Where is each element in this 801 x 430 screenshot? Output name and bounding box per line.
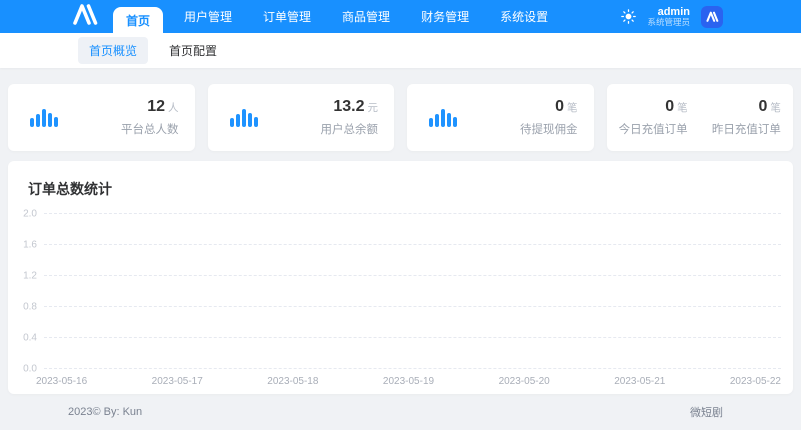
stat-block: 13.2元 用户总余额 [321,98,379,137]
stat-block-today: 0笔 今日充值订单 [619,98,688,137]
stat-value: 0笔 [520,98,578,117]
stat-unit: 人 [168,102,179,114]
bar-chart-icon [30,109,58,127]
nav-item-orders[interactable]: 订单管理 [253,0,321,33]
chart-plot-area: 2.0 1.6 1.2 0.8 0.4 0.0 [44,213,781,368]
nav-item-finance[interactable]: 财务管理 [411,0,479,33]
y-tick-label: 0.4 [23,333,37,344]
gridline: 2.0 [44,213,781,214]
sub-tabbar: 首页概览 首页配置 [0,33,801,68]
stat-label: 今日充值订单 [619,121,688,137]
y-tick-label: 0.0 [23,364,37,375]
tab-home-overview[interactable]: 首页概览 [78,37,148,64]
order-stats-chart-card: 订单总数统计 2.0 1.6 1.2 0.8 0.4 0.0 2023-05-1… [8,161,793,394]
stat-value: 0笔 [619,98,688,117]
y-tick-label: 1.6 [23,240,37,251]
stat-value: 13.2元 [321,98,379,117]
gridline: 1.6 [44,244,781,245]
nav-item-products[interactable]: 商品管理 [332,0,400,33]
gridline: 0.4 [44,337,781,338]
x-tick-label: 2023-05-21 [614,376,665,387]
y-tick-label: 0.8 [23,302,37,313]
stat-unit: 元 [368,102,379,114]
y-tick-label: 1.2 [23,271,37,282]
stat-label: 用户总余额 [321,121,379,137]
brand-logo-icon [72,3,99,30]
x-tick-label: 2023-05-16 [36,376,87,387]
avatar[interactable] [701,6,723,28]
y-tick-label: 2.0 [23,209,37,220]
stat-block-yesterday: 0笔 昨日充值订单 [712,98,781,137]
x-axis-labels: 2023-05-16 2023-05-17 2023-05-18 2023-05… [36,376,781,387]
stat-unit: 笔 [677,102,688,114]
gridline: 1.2 [44,275,781,276]
navbar-right: admin 系统管理员 [621,0,723,33]
stat-card-recharge-orders: 0笔 今日充值订单 0笔 昨日充值订单 [607,84,794,151]
x-tick-label: 2023-05-17 [152,376,203,387]
x-tick-label: 2023-05-19 [383,376,434,387]
stat-value: 0笔 [712,98,781,117]
avatar-logo-icon [706,11,719,22]
brand-logo [72,0,99,33]
x-tick-label: 2023-05-20 [499,376,550,387]
chart-title: 订单总数统计 [28,179,112,199]
stat-unit: 笔 [770,102,781,114]
stat-card-total-users: 12人 平台总人数 [8,84,195,151]
nav-item-users[interactable]: 用户管理 [174,0,242,33]
nav-item-home[interactable]: 首页 [113,7,163,33]
user-role: 系统管理员 [647,18,690,27]
main-nav: 首页 用户管理 订单管理 商品管理 财务管理 系统设置 [113,0,569,33]
user-info[interactable]: admin 系统管理员 [647,6,690,27]
stat-card-pending-commission: 0笔 待提现佣金 [407,84,594,151]
copyright-text: 2023© By: Kun [68,406,142,418]
footer-brand-text: 微短剧 [690,404,723,420]
stats-row: 12人 平台总人数 13.2元 用户总余额 0笔 待提现佣金 0笔 今日充值订单 [8,84,793,151]
stat-card-total-balance: 13.2元 用户总余额 [208,84,395,151]
bar-chart-icon [230,109,258,127]
tab-home-config[interactable]: 首页配置 [158,37,228,64]
theme-sun-icon[interactable] [621,9,636,24]
gridline: 0.0 [44,368,781,369]
x-tick-label: 2023-05-22 [730,376,781,387]
stat-label: 待提现佣金 [520,121,578,137]
stat-label: 昨日充值订单 [712,121,781,137]
bar-chart-icon [429,109,457,127]
nav-item-settings[interactable]: 系统设置 [490,0,558,33]
stat-block: 12人 平台总人数 [121,98,179,137]
main-content: 12人 平台总人数 13.2元 用户总余额 0笔 待提现佣金 0笔 今日充值订单 [0,68,801,394]
gridline: 0.8 [44,306,781,307]
top-navbar: 首页 用户管理 订单管理 商品管理 财务管理 系统设置 admin 系统管理员 [0,0,801,33]
stat-block: 0笔 待提现佣金 [520,98,578,137]
footer: 2023© By: Kun 微短剧 [0,394,801,430]
stat-label: 平台总人数 [121,121,179,137]
stat-value: 12人 [121,98,179,117]
stat-unit: 笔 [567,102,578,114]
x-tick-label: 2023-05-18 [267,376,318,387]
